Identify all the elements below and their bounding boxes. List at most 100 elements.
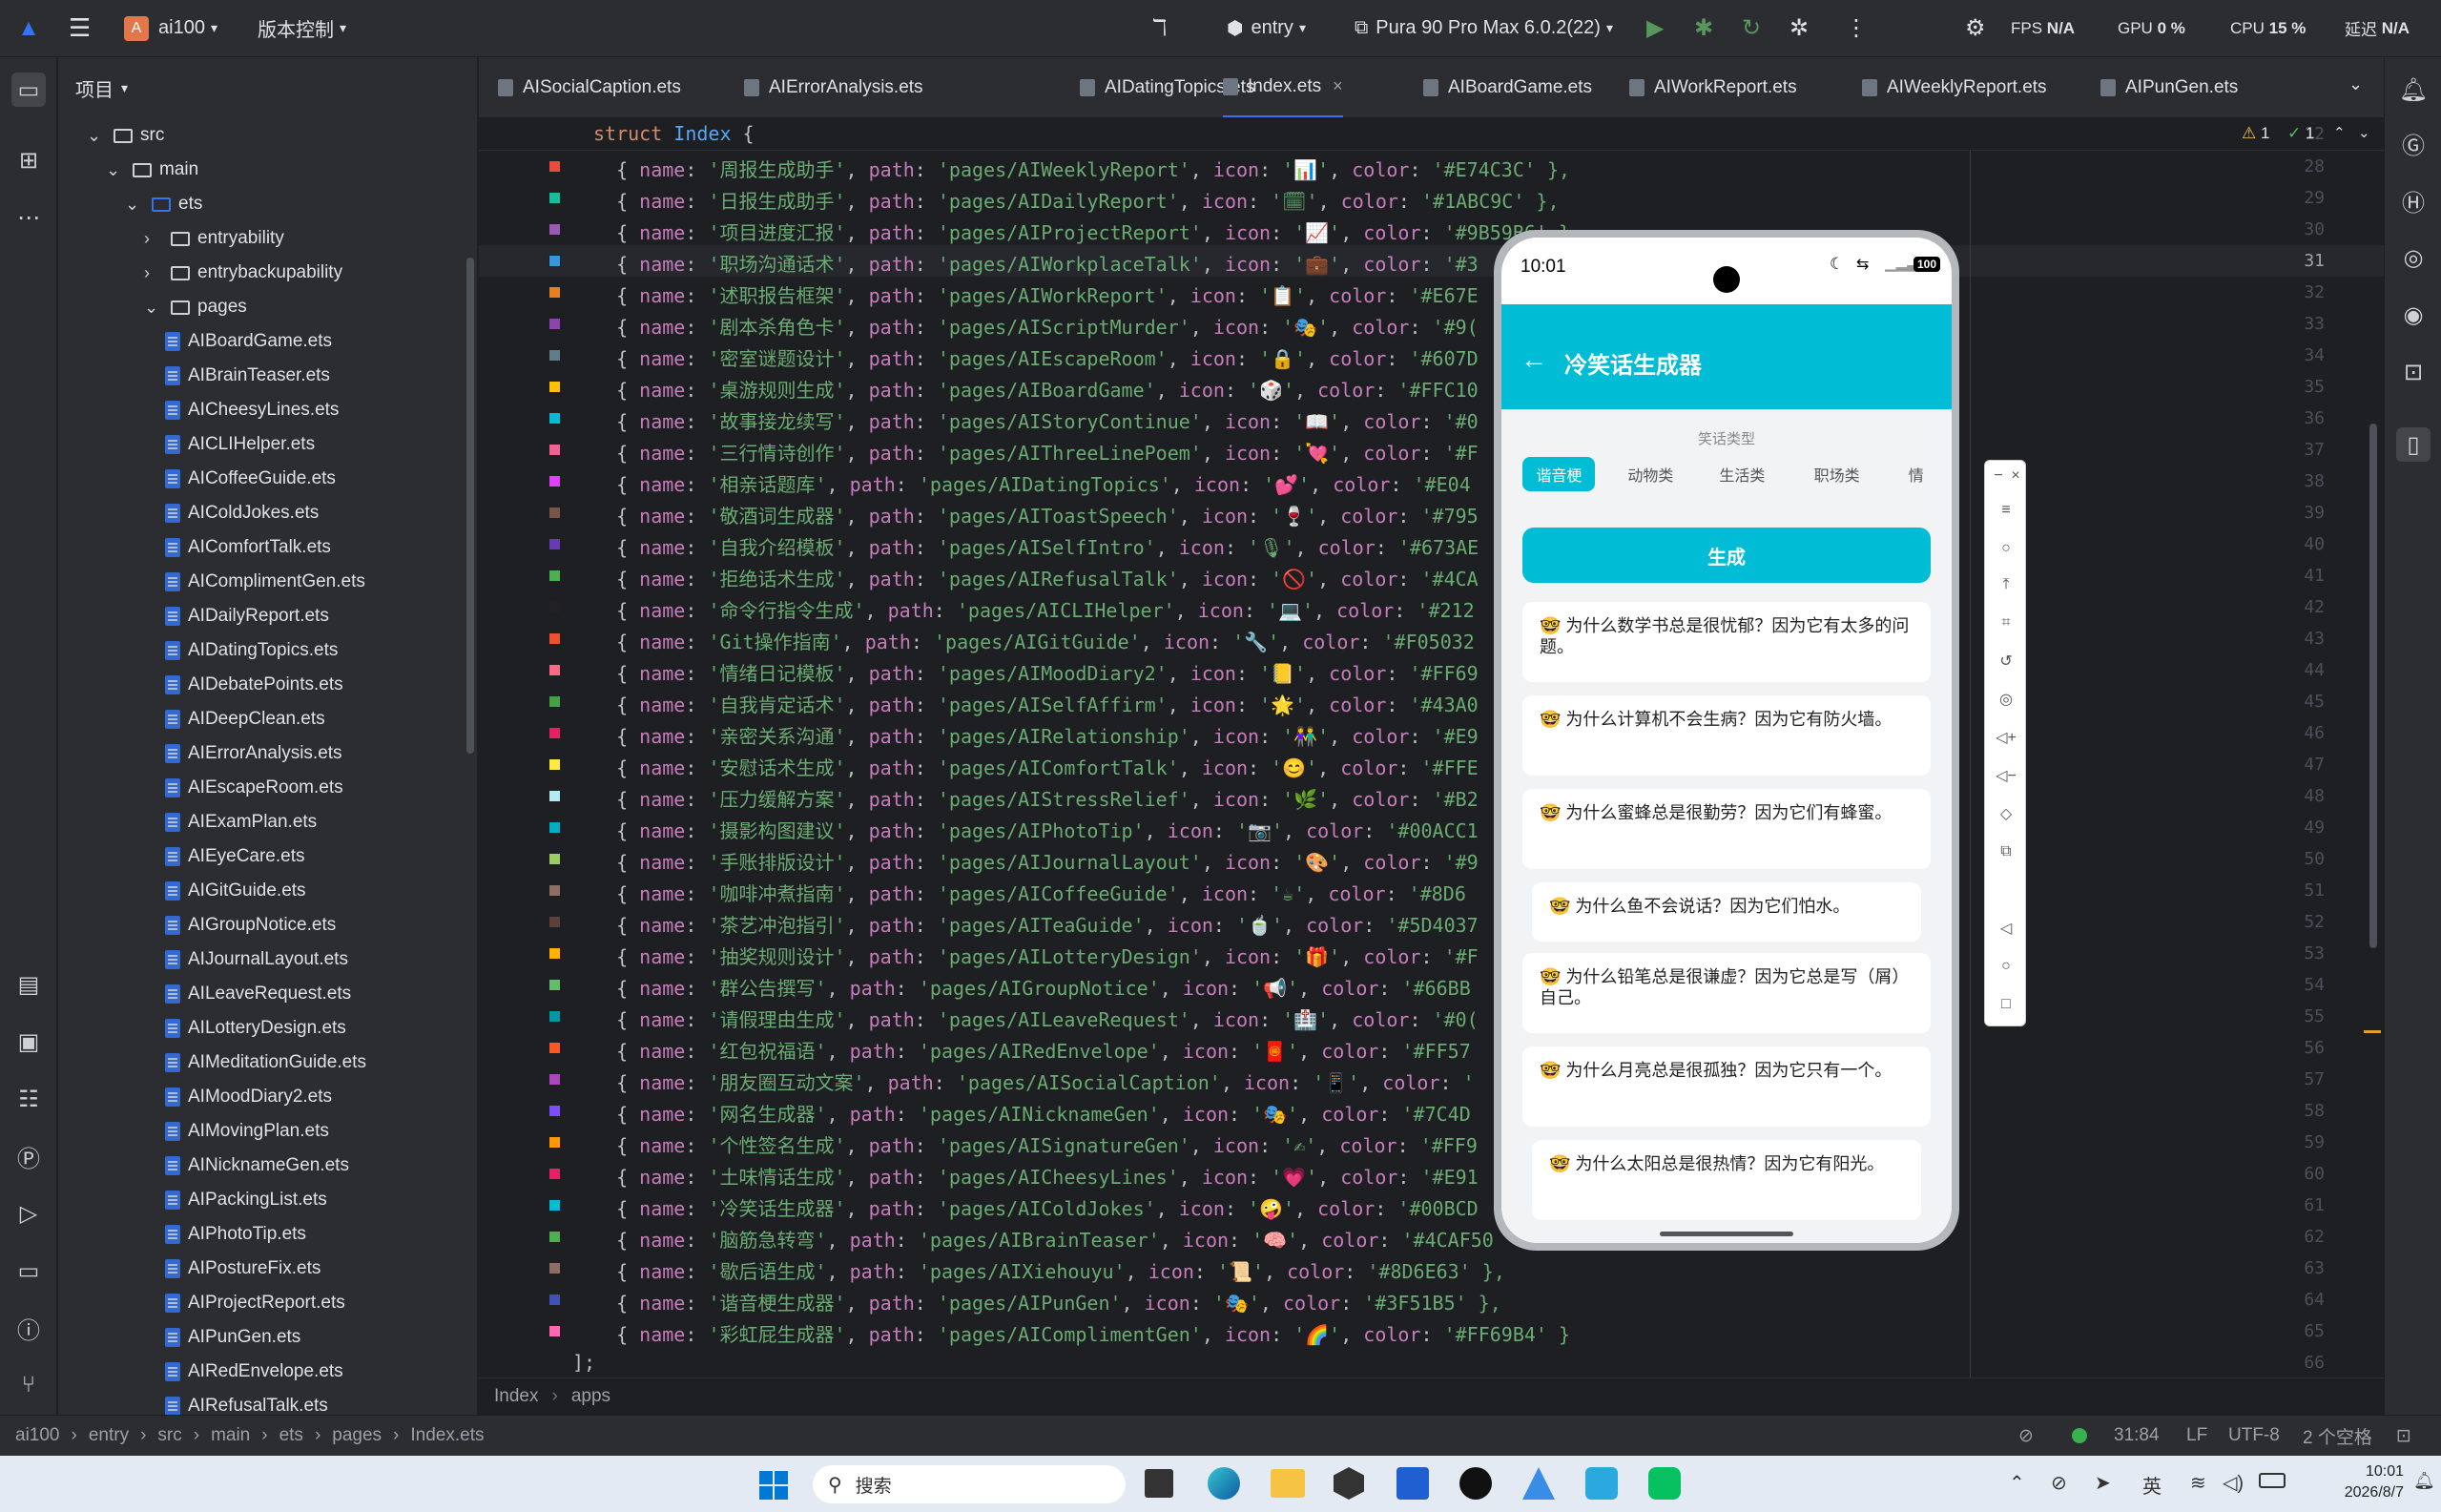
status-path-item[interactable]: entry [89,1425,129,1446]
tree-item[interactable]: AIBoardGame.ets [165,324,332,359]
line-separator[interactable]: LF [2186,1425,2207,1446]
tree-item[interactable]: AIProjectReport.ets [165,1286,345,1320]
clock[interactable]: 10:01 2026/8/7 [2308,1461,2404,1503]
emulator-taskbar-icon[interactable] [1585,1467,1618,1500]
project-folder-icon[interactable]: ▭ [11,72,46,107]
tree-item[interactable]: AILotteryDesign.ets [165,1011,346,1046]
color-swatch[interactable] [548,570,561,582]
color-swatch[interactable] [548,1168,561,1180]
tree-item[interactable]: AIJournalLayout.ets [165,942,348,977]
breadcrumb-item[interactable]: apps [571,1386,610,1407]
tree-item[interactable]: AINicknameGen.ets [165,1149,349,1183]
tree-item[interactable]: AICoffeeGuide.ets [165,462,336,496]
module-selector[interactable]: ⬢ entry ▾ [1227,16,1306,40]
tree-item[interactable]: AIGroupNotice.ets [165,908,336,942]
home-nav-icon[interactable]: ○ [1996,957,2016,976]
color-swatch[interactable] [548,1231,561,1243]
color-swatch[interactable] [548,192,561,204]
profiler-p-icon[interactable]: Ⓟ [11,1139,46,1173]
project-panel-header[interactable]: 项目 ▾ [58,57,477,118]
hvigor-icon[interactable]: Ⓗ [2396,183,2431,217]
minimize-icon[interactable]: − [1989,466,2008,486]
visual-studio-icon[interactable] [1396,1467,1429,1500]
edge-icon[interactable] [1208,1467,1240,1500]
no-inspection-icon[interactable]: ⊘ [2018,1425,2034,1447]
tree-item[interactable]: AIPackingList.ets [165,1183,327,1217]
tree-item[interactable]: ⌄ main [106,153,198,187]
task-view-icon[interactable] [1145,1469,1173,1498]
color-swatch[interactable] [548,318,561,330]
color-swatch[interactable] [548,1042,561,1054]
volume-up-icon[interactable]: ◁+ [1996,728,2017,747]
color-swatch[interactable] [548,790,561,802]
tree-item[interactable]: AIComplimentGen.ets [165,565,365,599]
build-tool-icon[interactable]: ℸ [1152,14,1167,42]
chevron-down-icon[interactable]: ⌄ [106,160,123,180]
menu-icon[interactable]: ≡ [1996,501,2016,520]
terminal-icon[interactable]: ▭ [11,1253,46,1288]
todo-icon[interactable]: ▤ [11,967,46,1002]
rotate-icon[interactable]: ↺ [1996,652,2016,671]
explorer-icon[interactable] [1271,1469,1305,1498]
color-swatch[interactable] [548,947,561,960]
color-swatch[interactable] [548,1073,561,1086]
editor-tab[interactable]: AIWeeklyReport.ets [1862,57,2047,117]
color-swatch[interactable] [548,1325,561,1337]
tree-item[interactable]: ⌄ pages [144,290,247,324]
chevron-down-icon[interactable]: ⌄ [125,195,142,215]
color-swatch[interactable] [548,444,561,456]
joke-card[interactable]: 🤓 为什么蜜蜂总是很勤劳？因为它们有蜂蜜。 [1522,789,1931,869]
settings-icon[interactable]: ⚙ [1965,14,1986,42]
crop-icon[interactable]: ⌗ [1996,613,2016,632]
joke-type-chip[interactable]: 职场类 [1801,457,1873,491]
editor-tab[interactable]: AIBoardGame.ets [1423,57,1592,117]
tree-item[interactable]: AIPunGen.ets [165,1320,300,1355]
color-swatch[interactable] [548,349,561,362]
tab-overflow-icon[interactable]: ⌄ [2348,74,2363,94]
joke-type-chip[interactable]: 动物类 [1614,457,1686,491]
run-icon[interactable]: ▶ [1646,14,1664,42]
volume-icon[interactable]: ◁) [2223,1471,2244,1495]
color-swatch[interactable] [548,664,561,676]
color-swatch[interactable] [548,632,561,645]
color-swatch[interactable] [548,1105,561,1117]
file-encoding[interactable]: UTF-8 [2228,1425,2280,1446]
tree-item[interactable]: › entrybackupability [144,256,342,290]
color-swatch[interactable] [548,1294,561,1306]
color-swatch[interactable] [548,286,561,299]
close-tab-icon[interactable]: × [1333,76,1343,96]
editor-scrollbar[interactable] [2369,424,2377,948]
previewer-icon[interactable]: ▣ [11,1025,46,1059]
back-nav-icon[interactable]: ◁ [1996,919,2016,938]
project-switcher[interactable]: A ai100 ▾ [124,15,217,41]
tree-item[interactable]: AIMeditationGuide.ets [165,1046,366,1080]
color-swatch[interactable] [548,821,561,834]
joke-card[interactable]: 🤓 为什么鱼不会说话？因为它们怕水。 [1532,882,1921,942]
structure-icon[interactable]: ⊞ [11,143,46,177]
caret-position[interactable]: 31:84 [2114,1425,2160,1446]
git-icon[interactable]: ⑂ [11,1368,46,1402]
chevron-right-icon[interactable]: › [144,263,161,283]
tree-item[interactable]: › entryability [144,221,284,256]
copy-icon[interactable]: ⧉ [1996,842,2016,861]
color-swatch[interactable] [548,1136,561,1149]
apply-changes-icon[interactable]: ↻ [1742,14,1761,42]
tree-item[interactable]: AIMoodDiary2.ets [165,1080,332,1114]
tree-item[interactable]: AIDailyReport.ets [165,599,329,633]
app-logo[interactable]: ▲ [15,15,42,42]
ime-indicator[interactable]: 英 [2142,1471,2162,1499]
joke-type-chip[interactable]: 生活类 [1706,457,1778,491]
joke-card[interactable]: 🤓 为什么月亮总是很孤独？因为它只有一个。 [1522,1046,1931,1127]
color-swatch[interactable] [548,507,561,519]
recents-nav-icon[interactable]: □ [1996,995,2016,1014]
tree-item[interactable]: AIBrainTeaser.ets [165,359,330,393]
editor-tab[interactable]: AIPunGen.ets [2100,57,2238,117]
deveco-icon[interactable] [1522,1467,1555,1500]
editor-tab[interactable]: AISocialCaption.ets [498,57,681,117]
tree-item[interactable]: AIComfortTalk.ets [165,530,331,565]
tree-item[interactable]: AIMovingPlan.ets [165,1114,329,1149]
color-swatch[interactable] [548,255,561,267]
tree-item[interactable]: AIErrorAnalysis.ets [165,736,342,771]
color-swatch[interactable] [548,475,561,487]
wechat-icon[interactable] [1648,1467,1681,1500]
